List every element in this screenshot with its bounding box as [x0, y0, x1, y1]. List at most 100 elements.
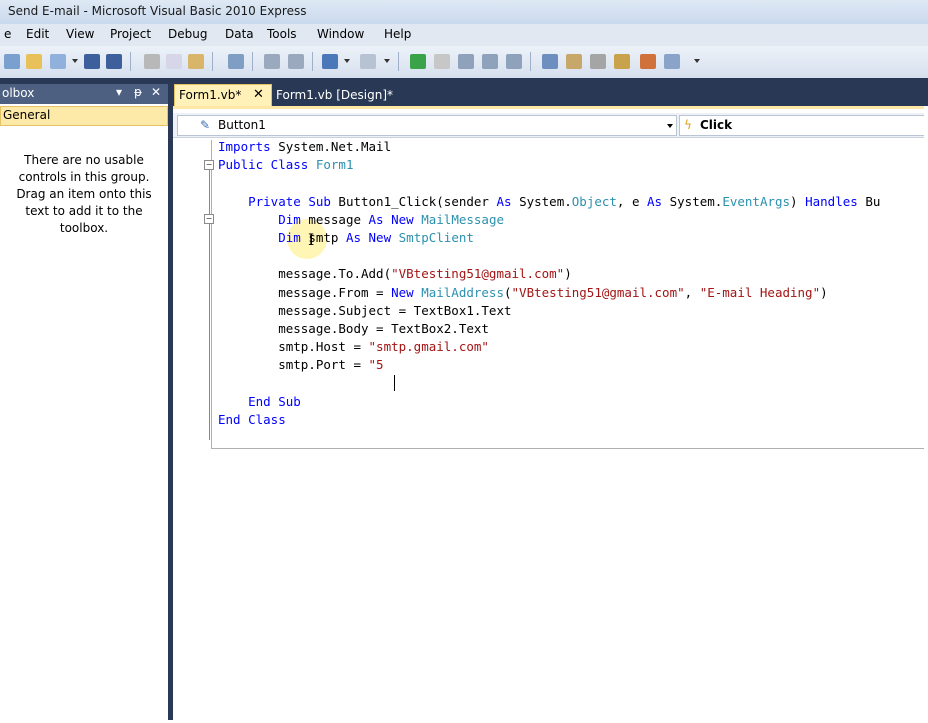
menu-data[interactable]: Data: [225, 27, 254, 41]
toolbar-separator: [252, 52, 253, 71]
code-token: message: [300, 211, 369, 227]
code-token: ,: [684, 284, 700, 300]
code-line[interactable]: Dim message As New MailMessage: [218, 211, 880, 229]
code-line[interactable]: message.Subject = TextBox1.Text: [218, 302, 880, 320]
toolbox-icon[interactable]: [640, 54, 656, 69]
step-over-icon[interactable]: [482, 54, 498, 69]
tab-form1-code[interactable]: Form1.vb* ✕: [174, 84, 272, 107]
code-token: "smtp.gmail.com": [368, 339, 489, 355]
chevron-down-icon[interactable]: ▾: [116, 85, 122, 99]
editor-gutter: [173, 138, 211, 720]
toolbox-header: olbox ▾ ᵽ ✕: [0, 84, 168, 104]
code-line[interactable]: message.From = New MailAddress("VBtestin…: [218, 284, 880, 302]
collapse-sub-icon[interactable]: −: [204, 214, 214, 224]
code-line[interactable]: [218, 174, 880, 192]
find-icon[interactable]: [228, 54, 244, 69]
code-line[interactable]: message.To.Add("VBtesting51@gmail.com"): [218, 265, 880, 283]
event-lightning-icon: ϟ: [684, 118, 692, 132]
code-line[interactable]: Dim smtp As New SmtpClient: [218, 229, 880, 247]
event-selected: Click: [700, 118, 733, 132]
chevron-down-icon[interactable]: [344, 59, 350, 63]
undo-icon[interactable]: [322, 54, 338, 69]
start-debugging-icon[interactable]: [410, 54, 426, 69]
code-token: smtp.Port =: [218, 357, 369, 373]
object-browser-icon[interactable]: [614, 54, 630, 69]
code-token: (: [504, 284, 512, 300]
paste-icon[interactable]: [188, 54, 204, 69]
solution-explorer-icon[interactable]: [542, 54, 558, 69]
text-caret: [394, 375, 395, 391]
code-line[interactable]: [218, 374, 880, 392]
open-file-icon[interactable]: [26, 54, 42, 69]
code-token: MailMessage: [421, 211, 505, 227]
code-token: message.From =: [218, 284, 392, 300]
menu-window[interactable]: Window: [317, 27, 364, 41]
tools-icon[interactable]: [590, 54, 606, 69]
close-icon[interactable]: ✕: [151, 85, 161, 99]
step-into-icon[interactable]: [458, 54, 474, 69]
code-token: message.Body = TextBox2.Text: [218, 320, 489, 336]
code-token: message.Subject = TextBox1.Text: [218, 302, 512, 318]
start-page-icon[interactable]: [664, 54, 680, 69]
cut-icon[interactable]: [144, 54, 160, 69]
object-dropdown[interactable]: ✎ Button1: [177, 115, 677, 136]
code-line[interactable]: Private Sub Button1_Click(sender As Syst…: [218, 193, 880, 211]
code-token: Dim: [278, 229, 301, 245]
code-line[interactable]: [218, 247, 880, 265]
copy-icon[interactable]: [166, 54, 182, 69]
menu-project[interactable]: Project: [110, 27, 151, 41]
code-line[interactable]: Imports System.Net.Mail: [218, 138, 880, 156]
menu-help[interactable]: Help: [384, 27, 411, 41]
pin-icon[interactable]: ᵽ: [134, 85, 142, 99]
tab-label: Form1.vb [Design]*: [276, 88, 394, 102]
code-line[interactable]: Public Class Form1: [218, 156, 880, 174]
navigation-bar: ✎ Button1 ϟ Click: [173, 113, 928, 138]
menu-edit[interactable]: Edit: [26, 27, 49, 41]
standard-toolbar: [0, 46, 928, 79]
chevron-down-icon[interactable]: [384, 59, 390, 63]
code-token: "VBtesting51@gmail.com": [391, 266, 565, 282]
code-token: System.: [662, 193, 723, 209]
code-token: , e: [616, 193, 648, 209]
menu-file[interactable]: e: [4, 27, 11, 41]
add-item-icon[interactable]: [50, 54, 66, 69]
code-token: System.: [511, 193, 572, 209]
chevron-down-icon[interactable]: [72, 59, 78, 63]
close-icon[interactable]: ✕: [253, 87, 264, 102]
save-all-icon[interactable]: [106, 54, 122, 69]
stop-debugging-icon[interactable]: [434, 54, 450, 69]
code-line[interactable]: smtp.Port = "5: [218, 356, 880, 374]
code-line[interactable]: End Class: [218, 411, 880, 429]
menu-bar: e Edit View Project Debug Data Tools Win…: [0, 24, 928, 46]
code-token: System.Net.Mail: [270, 139, 392, 154]
step-out-icon[interactable]: [506, 54, 522, 69]
menu-tools[interactable]: Tools: [267, 27, 297, 41]
properties-icon[interactable]: [566, 54, 582, 69]
chevron-down-icon[interactable]: [694, 59, 700, 63]
code-text[interactable]: Imports System.Net.Mail Public Class Form…: [218, 138, 880, 429]
code-line[interactable]: smtp.Host = "smtp.gmail.com": [218, 338, 880, 356]
code-token: smtp.Host =: [218, 339, 369, 355]
new-project-icon[interactable]: [4, 54, 20, 69]
toolbox-group-general[interactable]: General: [0, 106, 168, 126]
code-token: As: [647, 193, 663, 209]
chevron-down-icon[interactable]: [667, 124, 673, 128]
code-line[interactable]: End Sub: [218, 393, 880, 411]
event-dropdown[interactable]: ϟ Click: [679, 115, 928, 136]
code-token: As New: [368, 211, 414, 227]
outline-margin: [211, 140, 212, 448]
menu-debug[interactable]: Debug: [168, 27, 207, 41]
code-token: "E-mail Heading": [699, 284, 821, 300]
collapse-class-icon[interactable]: −: [204, 160, 214, 170]
code-token: Object: [571, 193, 617, 209]
uncomment-icon[interactable]: [288, 54, 304, 69]
code-token: New: [391, 284, 414, 300]
code-line[interactable]: message.Body = TextBox2.Text: [218, 320, 880, 338]
save-icon[interactable]: [84, 54, 100, 69]
comment-icon[interactable]: [264, 54, 280, 69]
redo-icon[interactable]: [360, 54, 376, 69]
menu-view[interactable]: View: [66, 27, 94, 41]
